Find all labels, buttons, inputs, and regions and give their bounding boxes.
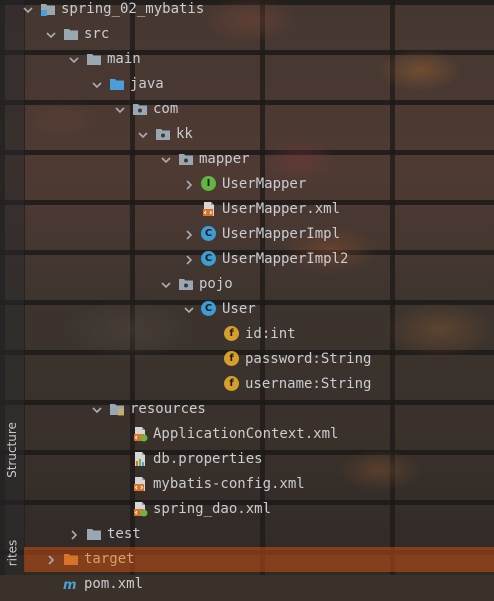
project-tree[interactable]: spring_02_mybatissrc main java com kk mapper I… bbox=[22, 0, 494, 597]
tree-node-label: src bbox=[84, 26, 110, 42]
tree-node-label: java bbox=[130, 76, 164, 92]
field-icon: f bbox=[224, 326, 240, 342]
tree-node-label: main bbox=[107, 51, 141, 67]
tree-node-label: password:String bbox=[245, 351, 372, 367]
module-icon bbox=[40, 1, 56, 17]
tree-node-label: UserMapperImpl2 bbox=[222, 251, 349, 267]
chevron-right-icon[interactable] bbox=[45, 547, 57, 572]
tree-node-usermapper-xml[interactable]: UserMapper.xml bbox=[24, 197, 494, 222]
tree-node-spring-02-mybatis[interactable]: spring_02_mybatis bbox=[22, 0, 494, 22]
interface-icon: I bbox=[201, 176, 217, 192]
xml-file-icon bbox=[132, 476, 148, 492]
tree-node-mapper[interactable]: mapper bbox=[24, 147, 494, 172]
chevron-down-icon[interactable] bbox=[160, 147, 172, 172]
svg-text:m: m bbox=[63, 578, 77, 592]
tree-node-label: mybatis-config.xml bbox=[153, 476, 305, 492]
properties-file-icon bbox=[132, 451, 148, 467]
chevron-down-icon[interactable] bbox=[22, 0, 34, 22]
favorites-tool-tab[interactable]: rites bbox=[0, 530, 24, 575]
package-icon bbox=[132, 101, 148, 117]
chevron-right-icon[interactable] bbox=[183, 247, 195, 272]
tree-node-user[interactable]: C User bbox=[24, 297, 494, 322]
tree-node-label: username:String bbox=[245, 376, 372, 392]
tree-node-mybatis-config-xml[interactable]: mybatis-config.xml bbox=[24, 472, 494, 497]
tree-node-label: UserMapper bbox=[222, 176, 307, 192]
tree-node-label: mapper bbox=[199, 151, 250, 167]
chevron-down-icon[interactable] bbox=[114, 97, 126, 122]
class-icon: C bbox=[201, 226, 217, 242]
class-icon: C bbox=[201, 251, 217, 267]
source-folder-icon bbox=[109, 76, 125, 92]
structure-tab-label: Structure bbox=[5, 422, 20, 478]
tree-node-label: spring_02_mybatis bbox=[61, 1, 205, 17]
spring-xml-file-icon bbox=[132, 426, 148, 442]
tree-node-label: User bbox=[222, 301, 256, 317]
tree-node-target[interactable]: target bbox=[24, 547, 494, 572]
tree-node-label: id:int bbox=[245, 326, 296, 342]
tree-node-applicationcontext-xml[interactable]: ApplicationContext.xml bbox=[24, 422, 494, 447]
tree-node-spring-dao-xml[interactable]: spring_dao.xml bbox=[24, 497, 494, 522]
chevron-right-icon[interactable] bbox=[183, 222, 195, 247]
tree-node-kk[interactable]: kk bbox=[24, 122, 494, 147]
chevron-down-icon[interactable] bbox=[160, 272, 172, 297]
chevron-right-icon[interactable] bbox=[68, 522, 80, 547]
tree-node-username-string[interactable]: f username:String bbox=[24, 372, 494, 397]
tree-node-password-string[interactable]: f password:String bbox=[24, 347, 494, 372]
tree-node-pojo[interactable]: pojo bbox=[24, 272, 494, 297]
tree-node-id-int[interactable]: f id:int bbox=[24, 322, 494, 347]
tree-node-src[interactable]: src bbox=[24, 22, 494, 47]
tree-node-label: pojo bbox=[199, 276, 233, 292]
resources-folder-icon bbox=[109, 401, 125, 417]
tree-node-label: UserMapperImpl bbox=[222, 226, 341, 242]
tree-node-label: target bbox=[84, 551, 135, 567]
tree-node-label: resources bbox=[130, 401, 206, 417]
xml-file-icon bbox=[201, 201, 217, 217]
tree-node-label: spring_dao.xml bbox=[153, 501, 272, 517]
chevron-down-icon[interactable] bbox=[68, 47, 80, 72]
folder-icon bbox=[63, 26, 79, 42]
tree-node-label: ApplicationContext.xml bbox=[153, 426, 339, 442]
tree-node-main[interactable]: main bbox=[24, 47, 494, 72]
tree-node-label: UserMapper.xml bbox=[222, 201, 341, 217]
spring-xml-file-icon bbox=[132, 501, 148, 517]
maven-pom-icon: m bbox=[63, 576, 79, 593]
tool-window-side-bar: Structure rites bbox=[0, 0, 25, 575]
chevron-down-icon[interactable] bbox=[91, 72, 103, 97]
tree-node-label: com bbox=[153, 101, 179, 117]
chevron-down-icon[interactable] bbox=[183, 297, 195, 322]
class-icon: C bbox=[201, 301, 217, 317]
chevron-down-icon[interactable] bbox=[91, 397, 103, 422]
chevron-down-icon[interactable] bbox=[45, 22, 57, 47]
package-icon bbox=[178, 151, 194, 167]
tree-node-usermapper[interactable]: I UserMapper bbox=[24, 172, 494, 197]
field-icon: f bbox=[224, 376, 240, 392]
favorites-tab-label: rites bbox=[5, 539, 20, 566]
tree-node-label: test bbox=[107, 526, 141, 542]
chevron-down-icon[interactable] bbox=[137, 122, 149, 147]
tree-node-com[interactable]: com bbox=[24, 97, 494, 122]
tree-node-label: kk bbox=[176, 126, 193, 142]
tree-node-pom-xml[interactable]: m pom.xml bbox=[24, 572, 494, 597]
structure-tool-tab[interactable]: Structure bbox=[0, 405, 24, 495]
tree-node-usermapperimpl2[interactable]: C UserMapperImpl2 bbox=[24, 247, 494, 272]
folder-icon bbox=[86, 526, 102, 542]
tree-node-label: db.properties bbox=[153, 451, 263, 467]
folder-icon bbox=[86, 51, 102, 67]
package-icon bbox=[155, 126, 171, 142]
tree-node-usermapperimpl[interactable]: C UserMapperImpl bbox=[24, 222, 494, 247]
tree-node-java[interactable]: java bbox=[24, 72, 494, 97]
field-icon: f bbox=[224, 351, 240, 367]
tree-node-db-properties[interactable]: db.properties bbox=[24, 447, 494, 472]
tree-node-resources[interactable]: resources bbox=[24, 397, 494, 422]
tree-node-test[interactable]: test bbox=[24, 522, 494, 547]
tree-node-label: pom.xml bbox=[84, 576, 144, 592]
chevron-right-icon[interactable] bbox=[183, 172, 195, 197]
excluded-folder-icon bbox=[63, 551, 79, 567]
package-icon bbox=[178, 276, 194, 292]
